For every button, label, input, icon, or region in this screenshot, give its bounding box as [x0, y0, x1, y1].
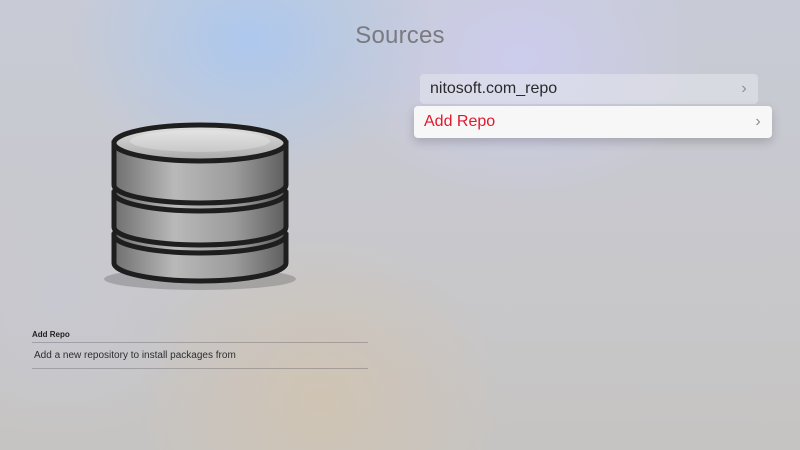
source-item-nitosoft[interactable]: nitosoft.com_repo ›	[420, 74, 758, 104]
add-repo-label: Add Repo	[424, 113, 496, 130]
chevron-right-icon: ›	[741, 80, 747, 97]
divider	[32, 368, 368, 369]
chevron-right-icon: ›	[755, 113, 761, 130]
database-icon	[100, 115, 300, 295]
description-text: Add a new repository to install packages…	[34, 350, 236, 361]
add-repo-button[interactable]: Add Repo ›	[414, 106, 772, 138]
item-description-panel: Add Repo Add a new repository to install…	[32, 330, 368, 369]
description-title: Add Repo	[32, 330, 70, 339]
source-item-label: nitosoft.com_repo	[430, 80, 558, 97]
page-title: Sources	[355, 22, 445, 49]
sources-list: nitosoft.com_repo › Add Repo ›	[414, 74, 772, 140]
